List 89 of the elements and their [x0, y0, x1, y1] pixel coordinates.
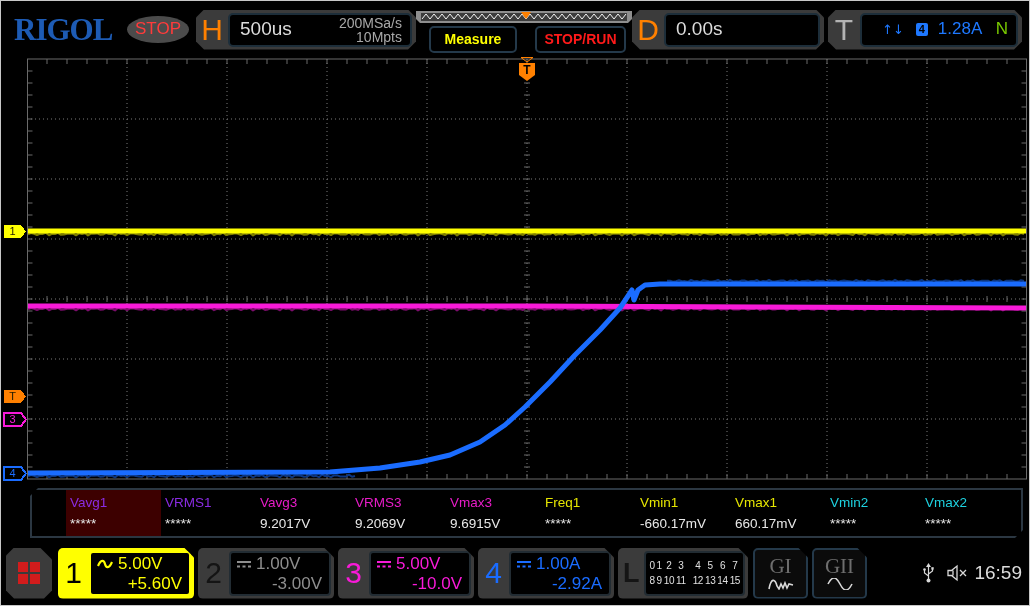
trigger-level-value: 1.28A: [937, 19, 983, 40]
measurement-value: -660.17mV: [640, 516, 707, 531]
measurement-value: 9.2069V: [355, 516, 406, 531]
measurement-label: Vavg3: [260, 495, 298, 510]
digital-channel-label: 9: [656, 574, 662, 587]
digital-channel-label: 2: [666, 559, 672, 572]
digital-channel-label: 13: [705, 574, 716, 587]
vertical-offset-value: -3.00V: [271, 573, 322, 594]
channel-panel[interactable]: 1 5.00V +5.60V: [58, 547, 194, 599]
measurement-value: *****: [830, 516, 857, 531]
channel-number: 3: [344, 555, 363, 591]
position-marker-icon: [521, 12, 531, 19]
measurement-value: *****: [925, 516, 952, 531]
digital-channel-label: 6: [719, 559, 726, 572]
measurement-item[interactable]: Vmax3 9.6915V: [446, 490, 541, 536]
measurement-item[interactable]: Vmax2 *****: [921, 490, 1016, 536]
channel-panel[interactable]: 4 1.00A -2.92A: [478, 547, 614, 599]
main-menu-button[interactable]: [6, 547, 52, 599]
vertical-scale-value: 5.00V: [118, 553, 163, 574]
delay-panel[interactable]: D 0.00s: [632, 9, 824, 50]
channel-number: 4: [484, 555, 503, 591]
run-stop-button[interactable]: STOP/RUN: [535, 26, 626, 53]
measurement-label: VRMS3: [355, 495, 402, 510]
measurement-item[interactable]: VRMS1 *****: [161, 490, 256, 536]
trigger-source-badge: 4: [915, 23, 928, 36]
trigger-slope-symbol: ↑↓: [882, 21, 904, 38]
measurement-label: Freq1: [545, 495, 581, 510]
vertical-scale-value: 1.00V: [256, 553, 301, 574]
trigger-key: T: [828, 9, 860, 50]
vertical-scale-value: 5.00V: [396, 553, 441, 574]
clock-time: 16:59: [974, 561, 1022, 585]
horizontal-key: H: [196, 9, 228, 50]
brand-logo: RIGOL: [14, 14, 114, 45]
four-squares-icon: [18, 562, 40, 584]
measurement-item[interactable]: Vmin2 *****: [826, 490, 921, 536]
run-status-label: STOP: [127, 16, 189, 43]
digital-channel-label: 1: [656, 559, 662, 572]
measurement-item[interactable]: VRMS3 9.2069V: [351, 490, 446, 536]
measurement-item[interactable]: Vavg1 *****: [66, 490, 161, 536]
digital-channel-label: 3: [678, 559, 684, 572]
usb-icon: [923, 563, 935, 583]
generator-button[interactable]: GII: [812, 547, 867, 599]
channel-number: 1: [64, 555, 83, 591]
delay-value: 0.00s: [676, 18, 723, 41]
measure-button[interactable]: Measure: [429, 26, 517, 53]
generator-button[interactable]: GI: [753, 547, 808, 599]
measurement-value: 9.2017V: [260, 516, 311, 531]
measurement-label: Vmax3: [450, 495, 493, 510]
delay-key: D: [632, 9, 664, 50]
measurement-label: Vavg1: [70, 495, 108, 510]
vertical-offset-value: -2.92A: [551, 573, 602, 594]
trigger-panel[interactable]: T ↑↓ 4 1.28A N: [828, 9, 1022, 50]
level-marker[interactable]: 3: [3, 412, 27, 427]
measurement-value: *****: [545, 516, 572, 531]
memory-depth-value: 10Mpts: [356, 29, 402, 44]
digital-channel-label: 0: [649, 559, 655, 572]
sample-rate-value: 200MSa/s: [338, 15, 402, 30]
measurement-item[interactable]: Vmax1 660.17mV: [731, 490, 826, 536]
measurement-value: *****: [70, 516, 97, 531]
measurement-label: Vmax1: [735, 495, 778, 510]
measurement-label: Vmin2: [830, 495, 869, 510]
timebase-value: 500us: [240, 18, 292, 41]
trigger-sweep-label: N: [995, 19, 1008, 40]
digital-channel-label: 11: [676, 574, 686, 587]
level-marker[interactable]: 4: [3, 466, 27, 481]
level-marker[interactable]: 1: [3, 224, 27, 239]
digital-channel-label: 12: [692, 574, 703, 587]
measurement-item[interactable]: Vavg3 9.2017V: [256, 490, 351, 536]
vertical-scale-value: 1.00A: [536, 553, 581, 574]
measurement-item[interactable]: Freq1 *****: [541, 490, 636, 536]
measurement-value: *****: [165, 516, 192, 531]
digital-channel-label: 5: [707, 559, 713, 572]
digital-channel-label: 8: [649, 574, 655, 587]
measurement-value: 9.6915V: [450, 516, 501, 531]
level-marker[interactable]: T: [3, 389, 27, 404]
digital-channel-label: 14: [717, 574, 728, 587]
channel-panel[interactable]: 3 5.00V -10.0V: [338, 547, 474, 599]
measurement-label: Vmin1: [640, 495, 679, 510]
measurement-item[interactable]: Vmin1 -660.17mV: [636, 490, 731, 536]
measurement-value: 660.17mV: [735, 516, 797, 531]
horizontal-panel[interactable]: H 500us 200MSa/s 10Mpts: [196, 9, 416, 50]
digital-channel-label: 4: [695, 559, 701, 572]
measurement-label: Vmax2: [925, 495, 968, 510]
digital-channel-label: 10: [663, 574, 675, 587]
vertical-offset-value: -10.0V: [411, 573, 462, 594]
measurement-label: VRMS1: [165, 495, 212, 510]
digital-channel-label: 15: [729, 574, 740, 587]
digital-channel-label: 7: [732, 559, 738, 572]
vertical-offset-value: +5.60V: [127, 573, 182, 594]
